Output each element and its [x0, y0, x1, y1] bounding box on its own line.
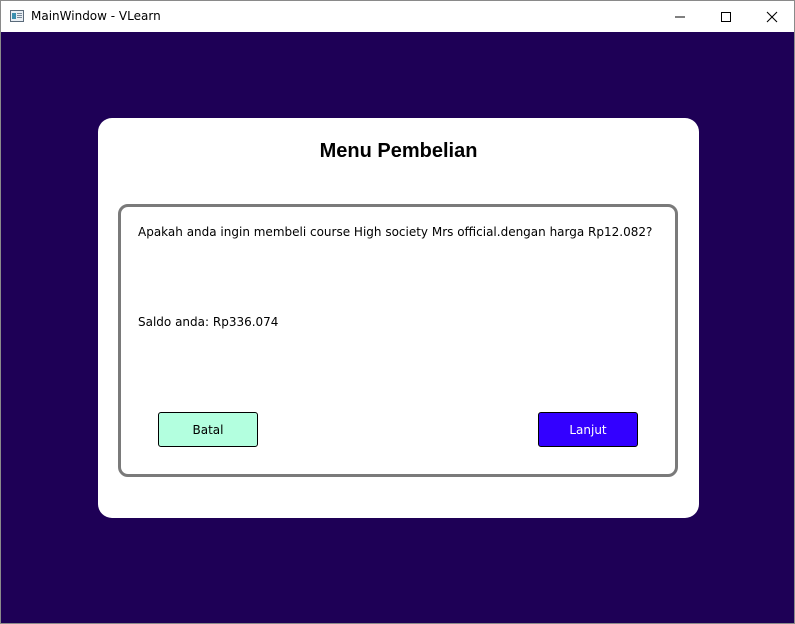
app-window-icon [10, 10, 24, 22]
purchase-question-text: Apakah anda ingin membeli course High so… [138, 225, 653, 239]
window-client-area: Menu Pembelian Apakah anda ingin membeli… [1, 32, 794, 623]
purchase-confirmation-panel: Apakah anda ingin membeli course High so… [118, 204, 678, 477]
close-button[interactable] [749, 1, 795, 32]
minimize-button[interactable] [657, 1, 703, 32]
purchase-card: Menu Pembelian Apakah anda ingin membeli… [98, 118, 699, 518]
cancel-button[interactable]: Batal [158, 412, 258, 447]
continue-button[interactable]: Lanjut [538, 412, 638, 447]
maximize-button[interactable] [703, 1, 749, 32]
title-bar[interactable]: MainWindow - VLearn [1, 1, 794, 32]
balance-text: Saldo anda: Rp336.074 [138, 315, 279, 329]
close-icon [766, 11, 778, 22]
window-title: MainWindow - VLearn [31, 9, 161, 23]
main-window: MainWindow - VLearn Menu Pembelian Apaka… [0, 0, 795, 624]
minimize-icon [675, 16, 685, 17]
page-title: Menu Pembelian [319, 140, 478, 162]
maximize-icon [721, 11, 731, 22]
